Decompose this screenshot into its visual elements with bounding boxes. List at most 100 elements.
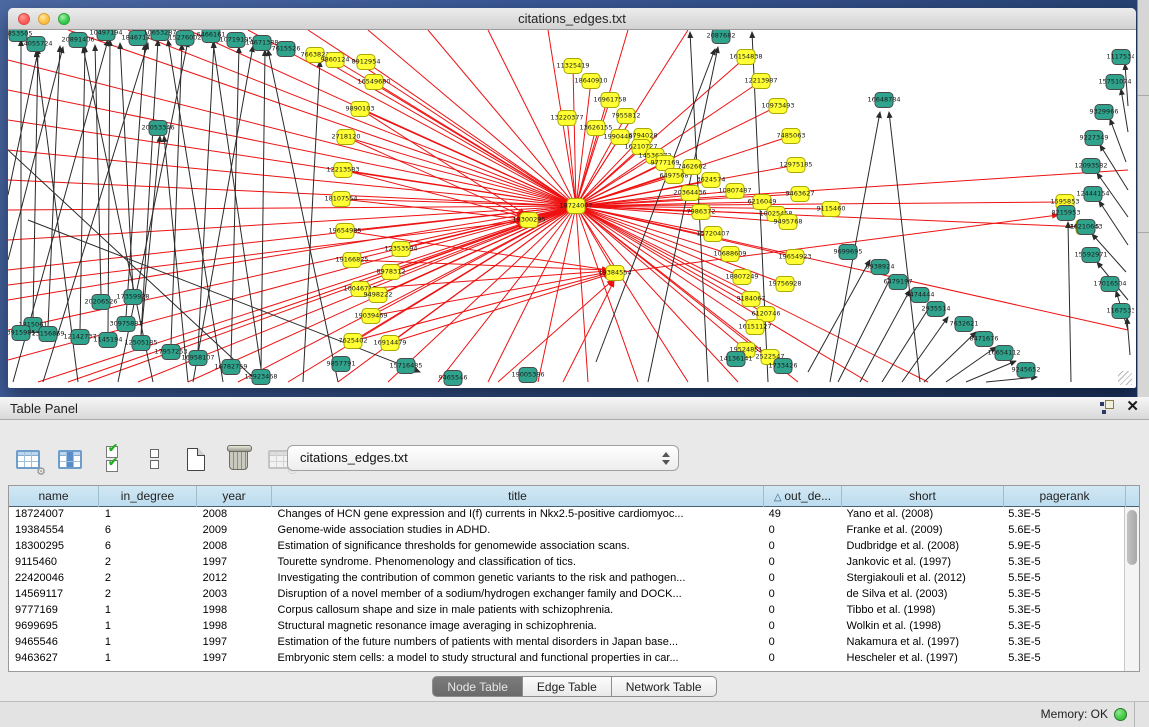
network-node[interactable]: 12975185 <box>779 158 812 173</box>
tab-network-table[interactable]: Network Table <box>612 676 717 697</box>
network-node[interactable]: 3624574 <box>697 173 726 188</box>
network-node[interactable]: 9465546 <box>439 371 468 386</box>
network-node[interactable]: 7625402 <box>339 334 368 349</box>
network-node[interactable]: 12213987 <box>744 74 777 89</box>
network-node[interactable]: 20053346 <box>141 121 174 136</box>
tab-edge-table[interactable]: Edge Table <box>523 676 612 697</box>
network-node[interactable]: 1145194 <box>94 333 123 348</box>
column-header-pagerank[interactable]: pagerank <box>1004 486 1126 507</box>
network-canvas[interactable]: 1872400719384554183002951132541918640910… <box>8 30 1134 387</box>
network-node[interactable]: 2087682 <box>707 30 736 44</box>
network-node[interactable]: 19756928 <box>768 277 801 292</box>
network-node[interactable]: 19654923 <box>778 250 811 265</box>
network-node[interactable]: 7615526 <box>272 42 301 57</box>
table-row[interactable]: 946554611997Estimation of the future num… <box>9 635 1124 651</box>
network-node[interactable]: 8978312 <box>377 265 406 280</box>
network-node[interactable]: 9495768 <box>774 215 803 230</box>
table-row[interactable]: 911546021997Tourette syndrome. Phenomeno… <box>9 555 1124 571</box>
network-node[interactable]: 9890103 <box>346 102 375 117</box>
network-node[interactable]: 18640910 <box>574 74 607 89</box>
delete-columns-icon[interactable] <box>224 445 252 473</box>
network-node[interactable]: 6479197 <box>884 275 913 290</box>
network-node[interactable]: 8471676 <box>970 332 999 347</box>
network-node[interactable]: 9227349 <box>1080 131 1109 146</box>
network-node[interactable]: 16549680 <box>357 75 390 90</box>
network-node[interactable]: 19654985 <box>328 224 361 239</box>
network-node[interactable]: 1733426 <box>769 359 798 374</box>
table-row[interactable]: 977716911998Corpus callosum shape and si… <box>9 603 1124 619</box>
network-node[interactable]: 2718120 <box>332 130 361 145</box>
network-node[interactable]: 9474444 <box>906 288 935 303</box>
table-row[interactable]: 1830029562008Estimation of significance … <box>9 539 1124 555</box>
table-row[interactable]: 2242004622012Investigating the contribut… <box>9 571 1124 587</box>
table-row[interactable]: 946362711997Embryonic stem cells: a mode… <box>9 651 1124 667</box>
network-node[interactable]: 9857791 <box>327 357 356 372</box>
network-node[interactable]: 18107554 <box>324 192 357 207</box>
deselect-all-icon[interactable] <box>140 445 168 473</box>
network-node[interactable]: 12213583 <box>326 163 359 178</box>
table-mode-icon[interactable]: ⚙ <box>14 445 42 473</box>
network-node[interactable]: 16961758 <box>593 93 626 108</box>
network-window-titlebar[interactable]: citations_edges.txt <box>8 8 1136 30</box>
network-node[interactable]: 11325419 <box>556 59 589 74</box>
network-node[interactable]: 16154838 <box>729 50 762 65</box>
network-node[interactable]: 9245652 <box>1012 363 1041 378</box>
column-header-out_degree[interactable]: △ out_de... <box>764 486 842 507</box>
close-panel-icon[interactable]: ✕ <box>1126 400 1139 414</box>
network-node[interactable]: 2935514 <box>922 302 951 317</box>
network-node[interactable]: 1167533 <box>1107 304 1134 319</box>
network-node[interactable]: 13156869 <box>31 327 64 342</box>
network-node[interactable]: 8215953 <box>1052 206 1081 221</box>
network-node[interactable]: 16648784 <box>867 93 900 108</box>
network-node[interactable]: 9463627 <box>786 187 815 202</box>
select-all-icon[interactable] <box>98 445 126 473</box>
network-node[interactable]: 8912954 <box>352 55 381 70</box>
network-node[interactable]: 9115460 <box>817 202 846 217</box>
resize-grip[interactable] <box>1118 371 1132 385</box>
table-scrollbar[interactable] <box>1124 507 1139 671</box>
table-select-dropdown[interactable]: citations_edges.txt <box>287 445 679 471</box>
column-header-in_degree[interactable]: in_degree <box>99 486 197 507</box>
network-node[interactable]: 19005386 <box>511 368 544 383</box>
network-node[interactable]: 9184067 <box>737 292 766 307</box>
network-node[interactable]: 7986372 <box>687 205 716 220</box>
network-node[interactable]: 1117534 <box>1107 50 1134 65</box>
network-node[interactable]: 16782759 <box>214 360 247 375</box>
column-header-year[interactable]: year <box>197 486 272 507</box>
tab-node-table[interactable]: Node Table <box>432 676 523 697</box>
network-node[interactable]: 12444154 <box>1076 187 1109 202</box>
network-node[interactable]: 9860124 <box>321 53 350 68</box>
network-node[interactable]: 19384554 <box>598 266 631 281</box>
column-header-name[interactable]: name <box>9 486 99 507</box>
network-node[interactable]: 18807249 <box>725 270 758 285</box>
network-node[interactable]: 12505185 <box>124 336 157 351</box>
column-header-title[interactable]: title <box>272 486 764 507</box>
table-row[interactable]: 1872400712008Changes of HCN gene express… <box>9 507 1124 523</box>
network-node[interactable]: 12142737 <box>63 330 96 345</box>
network-node[interactable]: 19166825 <box>335 253 368 268</box>
float-panel-icon[interactable] <box>1100 400 1114 414</box>
network-node[interactable]: 16914479 <box>373 336 406 351</box>
network-node[interactable]: 7955812 <box>612 109 641 124</box>
network-node[interactable]: 16210643 <box>1069 220 1102 235</box>
memory-status-icon[interactable] <box>1114 708 1127 721</box>
network-node[interactable]: 12923468 <box>244 370 277 385</box>
network-node[interactable]: 14055724 <box>19 37 52 52</box>
network-node[interactable]: 7485063 <box>777 129 806 144</box>
scrollbar-thumb[interactable] <box>1127 510 1137 565</box>
column-header-short[interactable]: short <box>842 486 1004 507</box>
table-row[interactable]: 969969511998Structural magnetic resonanc… <box>9 619 1124 635</box>
network-node[interactable]: 16151127 <box>738 320 771 335</box>
new-table-icon[interactable] <box>182 445 210 473</box>
network-node[interactable]: 9699695 <box>834 245 863 260</box>
network-node[interactable]: 12353594 <box>384 242 417 257</box>
network-node[interactable]: 17016504 <box>1093 277 1126 292</box>
network-node[interactable]: 9329966 <box>1090 105 1119 120</box>
network-view-window[interactable]: citations_edges.txt 18724007193845541830… <box>8 8 1136 388</box>
table-row[interactable]: 1938455462009Genome-wide association stu… <box>9 523 1124 539</box>
network-node[interactable]: 10654112 <box>987 346 1020 361</box>
network-node[interactable]: 14136141 <box>719 352 752 367</box>
network-node[interactable]: 7632621 <box>950 317 979 332</box>
network-node[interactable]: 19039469 <box>354 309 387 324</box>
table-row[interactable]: 1456911722003Disruption of a novel membe… <box>9 587 1124 603</box>
